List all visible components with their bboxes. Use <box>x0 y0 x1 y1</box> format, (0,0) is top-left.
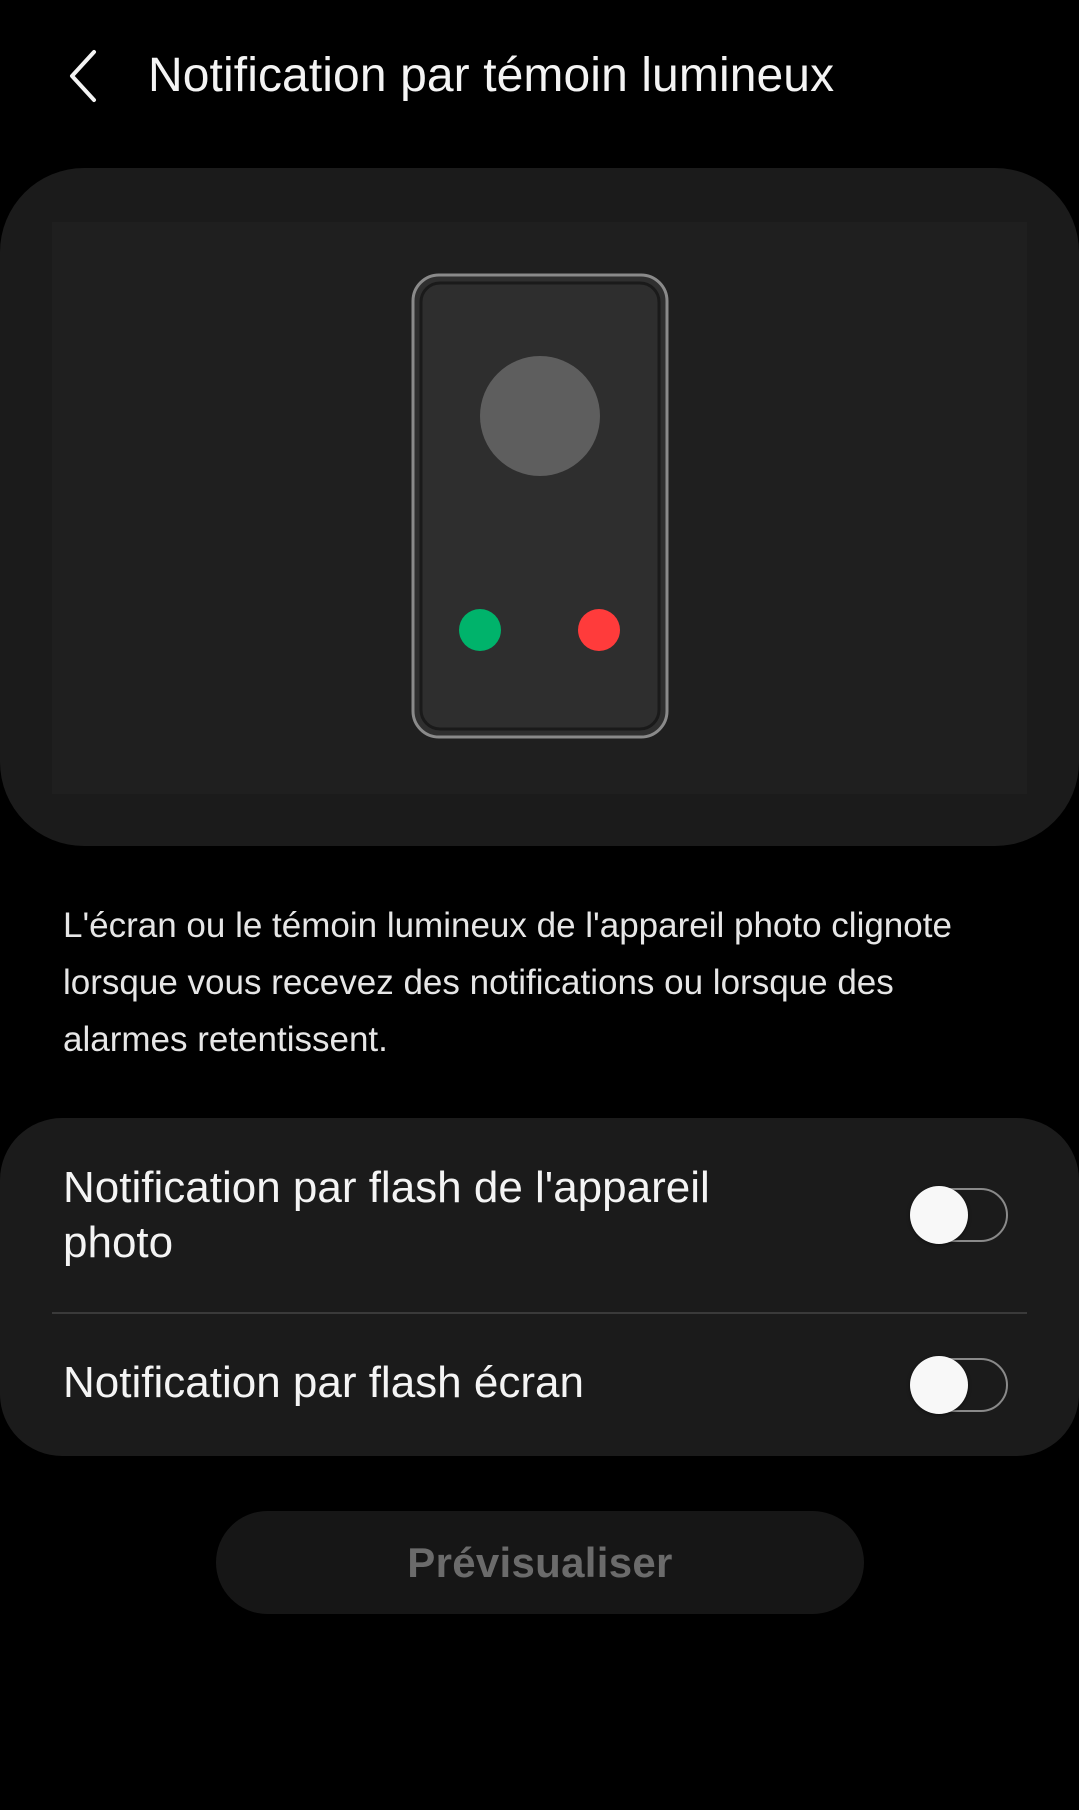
avatar-circle <box>480 356 600 476</box>
illustration-card <box>0 168 1079 846</box>
phone-screen <box>419 281 661 731</box>
toggle-knob <box>910 1186 968 1244</box>
setting-label-camera-flash: Notification par flash de l'appareil pho… <box>63 1163 710 1267</box>
app-bar: Notification par témoin lumineux <box>0 0 1079 150</box>
phone-illustration-icon <box>411 273 669 739</box>
setting-row-screen-flash[interactable]: Notification par flash écran <box>0 1314 1079 1456</box>
toggle-knob <box>910 1356 968 1414</box>
preview-button[interactable]: Prévisualiser <box>216 1511 864 1614</box>
red-indicator-dot <box>578 609 620 651</box>
page-title: Notification par témoin lumineux <box>148 49 835 102</box>
setting-label-screen-flash: Notification par flash écran <box>63 1358 584 1407</box>
screen-flash-toggle[interactable] <box>910 1356 1008 1414</box>
preview-button-label: Prévisualiser <box>407 1538 673 1586</box>
back-button[interactable] <box>52 40 116 112</box>
green-indicator-dot <box>459 609 501 651</box>
illustration-area <box>52 222 1027 794</box>
chevron-left-icon <box>70 50 96 102</box>
settings-card: Notification par flash de l'appareil pho… <box>0 1118 1079 1456</box>
camera-flash-toggle[interactable] <box>910 1186 1008 1244</box>
setting-row-camera-flash[interactable]: Notification par flash de l'appareil pho… <box>0 1118 1079 1312</box>
description-text: L'écran ou le témoin lumineux de l'appar… <box>63 906 952 1059</box>
